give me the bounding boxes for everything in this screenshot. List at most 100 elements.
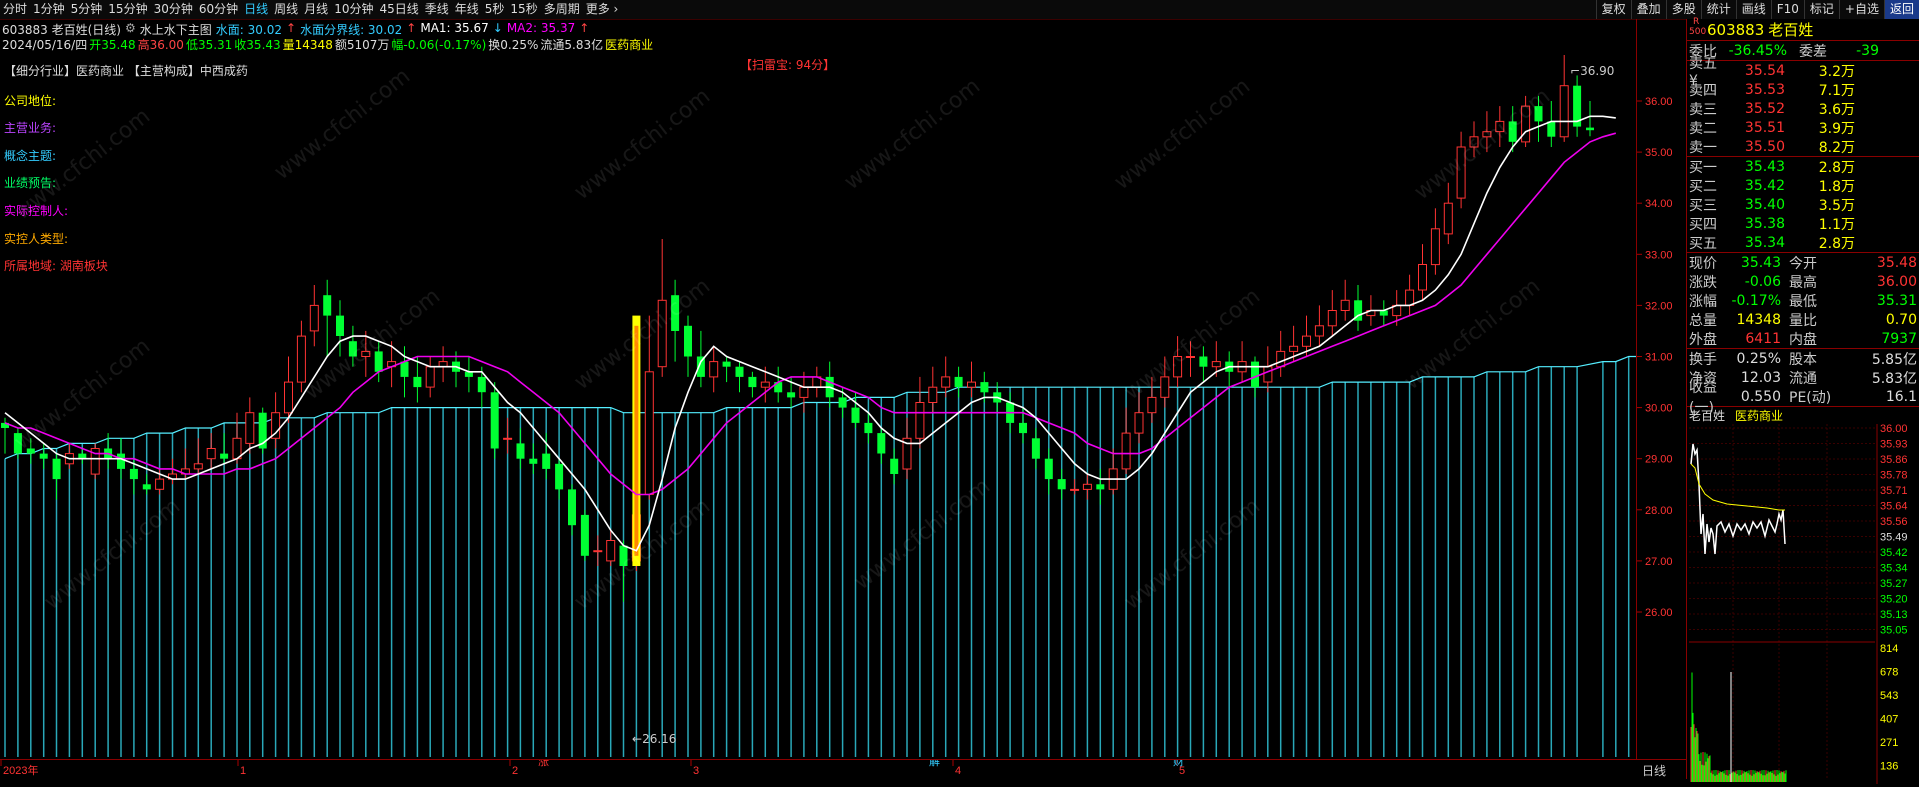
price-tick-label: 28.00 (1645, 505, 1673, 517)
candle-body (1534, 106, 1543, 122)
candle-body (967, 381, 976, 388)
candle-body (1547, 121, 1556, 137)
toolbar-button-0[interactable]: 复权 (1595, 0, 1631, 19)
toolbar-button-1[interactable]: 叠加 (1630, 0, 1666, 19)
candle-body (799, 386, 809, 398)
candle-body (193, 463, 203, 470)
period-tab-6[interactable]: 日线 (241, 0, 271, 19)
price-axis: 36.00 35.00 34.00 33.00 32.00 31.00 30.00 29.00… (1636, 19, 1687, 759)
stats-row: 总量 14348 量比 0.70 (1689, 311, 1917, 329)
bids-row: 买一 35.43 2.8万 (1689, 158, 1855, 176)
toolbar-button-3[interactable]: 统计 (1700, 0, 1736, 19)
time-label: 4 (955, 765, 961, 777)
period-tab-3[interactable]: 15分钟 (105, 0, 150, 19)
asks-row: 卖四 35.53 7.1万 (1689, 81, 1855, 99)
price-axis-svg: 36.00 35.00 34.00 33.00 32.00 31.00 30.00 29.00… (1637, 96, 1673, 619)
bar-date: 2024/05/16/四 (2, 38, 88, 52)
kline-svg[interactable] (0, 52, 1656, 759)
candle-body (671, 295, 680, 331)
candle-body (1443, 202, 1453, 235)
mini-vol-tick: 678 (1880, 667, 1898, 679)
toolbar-button-8[interactable]: 返回 (1883, 0, 1919, 19)
candle-body (838, 397, 847, 408)
time-label: 3 (693, 765, 699, 777)
candle-body (1314, 325, 1324, 337)
actual-controller: 实际控制人: (4, 204, 69, 218)
candle-body (1173, 356, 1183, 378)
period-tab-9[interactable]: 10分钟 (331, 0, 376, 19)
time-axis: 2023年 1 2 3 4 5 涨解财 日线 (0, 754, 1686, 780)
candle-body (296, 335, 306, 383)
low-price-marker: ←26.16 (632, 732, 677, 746)
bar-amount: 额5107万 (334, 38, 390, 52)
candle-body (1211, 361, 1221, 368)
stats-list: 现价 35.43 今开 35.48 涨跌 -0.06 最高 36.00 涨幅 -0.17% 最低 35… (1687, 253, 1919, 348)
toolbar-button-7[interactable]: +自选 (1838, 0, 1884, 19)
corner-r: R (1693, 17, 1700, 27)
candle-body (1418, 264, 1427, 291)
toolbar-button-4[interactable]: 画线 (1735, 0, 1771, 19)
candle-body (220, 453, 229, 459)
stats2-list: 换手 0.25% 股本 5.85亿 净资 12.03 流通 5.83亿 收益(一) 0.550 PE… (1687, 349, 1919, 416)
candle-body (1044, 458, 1053, 480)
mini-price-tick: 35.78 (1880, 470, 1908, 482)
candle-body (735, 366, 744, 377)
quote-title: R 500 603883 老百姓 (1687, 17, 1919, 41)
candle-body (413, 376, 422, 388)
period-tab-13[interactable]: 5秒 (482, 0, 508, 19)
toolbar-button-6[interactable]: 标记 (1803, 0, 1839, 19)
period-tab-16[interactable]: 更多 › (583, 0, 622, 19)
asks-row: 卖一 35.50 8.2万 (1689, 138, 1855, 156)
corner-num: 500 (1689, 27, 1707, 37)
period-tab-7[interactable]: 周线 (271, 0, 301, 19)
period-tab-8[interactable]: 月线 (301, 0, 331, 19)
price-tick-label: 35.00 (1645, 147, 1673, 159)
mini-vol-tick: 271 (1880, 737, 1898, 749)
period-label[interactable]: 日线 (1642, 762, 1666, 779)
time-label: 2 (512, 765, 518, 777)
period-tab-14[interactable]: 15秒 (507, 0, 540, 19)
asks-row: 卖三 35.52 3.6万 (1689, 100, 1855, 118)
candle-body (864, 422, 873, 434)
candle-body (1302, 335, 1311, 347)
price-tick-label: 36.00 (1645, 96, 1673, 108)
candle-body (52, 458, 61, 480)
period-tab-5[interactable]: 60分钟 (196, 0, 241, 19)
price-tick-label: 29.00 (1645, 454, 1673, 466)
weicha-value: -39 (1856, 42, 1879, 59)
period-tab-12[interactable]: 年线 (452, 0, 482, 19)
kline-chart[interactable]: 【细分行业】医药商业 【主营构成】中西成药 【扫雷宝: 94分】 公司地位: 主… (0, 52, 1656, 759)
candle-body (13, 433, 22, 454)
candle-body (1495, 120, 1505, 133)
period-tab-1[interactable]: 1分钟 (30, 0, 68, 19)
price-tick-label: 26.00 (1645, 607, 1673, 619)
bar-turnover: 换0.25% (488, 38, 539, 52)
period-tab-15[interactable]: 多周期 (541, 0, 583, 19)
scan-score[interactable]: 【扫雷宝: 94分】 (740, 56, 835, 73)
toolbar-button-5[interactable]: F10 (1770, 0, 1804, 19)
candle-body (361, 350, 371, 357)
bids-row: 买二 35.42 1.8万 (1689, 177, 1855, 195)
bids-row: 买四 35.38 1.1万 (1689, 215, 1855, 233)
candle-body (1521, 105, 1531, 143)
stats2-row: 收益(一) 0.550 PE(动) 16.1 (1689, 379, 1917, 416)
period-tab-2[interactable]: 5分钟 (68, 0, 106, 19)
period-tab-0[interactable]: 分时 (0, 0, 30, 19)
time-axis-svg: 2023年 1 2 3 4 5涨解财 (0, 754, 1185, 777)
period-tab-10[interactable]: 45日线 (376, 0, 421, 19)
period-tab-4[interactable]: 30分钟 (151, 0, 196, 19)
candle-body (890, 458, 899, 474)
mini-price-tick: 35.20 (1880, 594, 1908, 606)
period-tab-11[interactable]: 季线 (422, 0, 452, 19)
intraday-mini-chart[interactable]: 36.00 35.93 35.86 35.78 35.71 35.64 35.56 35.49… (1687, 423, 1919, 784)
candle-body (1070, 488, 1080, 491)
candle-body (1586, 127, 1594, 131)
quote-panel: R 500 603883 老百姓 委比 -36.45% 委差 -39 卖五 ¥3… (1686, 17, 1919, 784)
candle-body (26, 448, 35, 454)
candle-body (954, 376, 963, 388)
asks-row: 卖五 ¥35.54 3.2万 (1689, 55, 1855, 89)
bar-sector: 医药商业 (605, 38, 654, 52)
candle-body (129, 468, 138, 480)
chart-header-line2: 2024/05/16/四 开35.48 高36.00 低35.31 收35.43… (2, 36, 653, 53)
candle-body (1263, 366, 1273, 383)
